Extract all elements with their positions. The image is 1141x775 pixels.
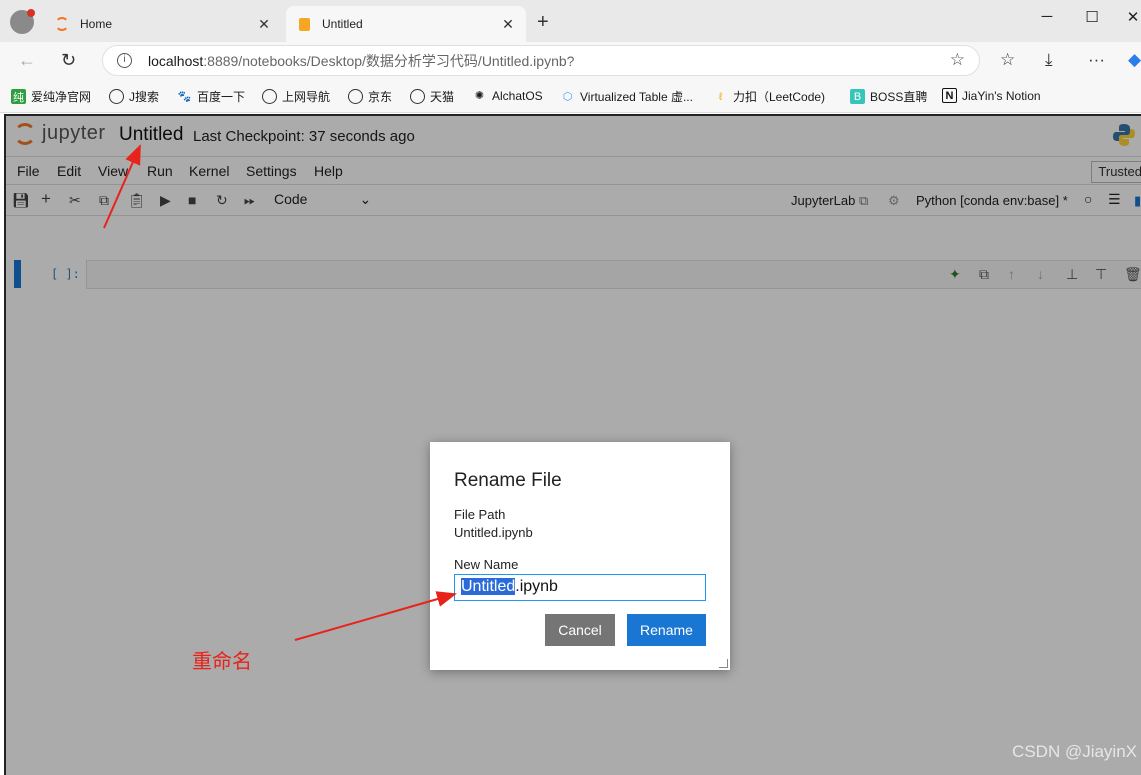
bookmark-label: 天猫 [430,90,455,104]
globe-icon [410,89,425,104]
bookmark-item[interactable]: B BOSS直聘 [850,88,927,105]
bookmark-label: 京东 [368,90,393,104]
more-icon[interactable]: ··· [1088,50,1105,70]
reload-icon[interactable]: ↻ [61,50,76,71]
new-name-input[interactable]: Untitled.ipynb [454,574,706,601]
info-icon[interactable]: i [117,53,132,68]
resize-grip-icon[interactable] [719,659,728,668]
dialog-title: Rename File [454,470,562,491]
openai-icon: ✺ [474,90,485,102]
bookmark-item[interactable]: J搜索 [109,88,159,105]
bookmark-label: Virtualized Table 虚... [580,90,693,104]
bookmark-label: JiaYin's Notion [962,88,1041,103]
bookmark-label: J搜索 [129,90,160,104]
back-icon[interactable]: ← [18,50,36,71]
favorites-icon[interactable]: ☆ [1000,50,1015,70]
bookmark-item[interactable]: ⬡ Virtualized Table 虚... [560,88,693,105]
tab-untitled[interactable]: Untitled ✕ [286,6,526,42]
selected-text: Untitled [461,578,516,595]
bookmark-item[interactable]: N JiaYin's Notion [942,88,1041,103]
rename-button[interactable]: Rename [627,614,706,646]
bookmark-label: BOSS直聘 [870,90,928,104]
url-field[interactable]: i localhost:8889/notebooks/Desktop/数据分析学… [102,45,980,76]
globe-icon [348,89,363,104]
bookmark-label: 上网导航 [282,90,331,104]
unselected-text: .ipynb [515,578,558,595]
globe-icon [262,89,277,104]
minimize-icon[interactable]: ─ [1032,8,1062,25]
bookmark-item[interactable]: ℓ 力扣（LeetCode) [713,88,825,105]
tab-label: Untitled [322,17,363,31]
rename-dialog: Rename File File Path Untitled.ipynb New… [430,442,730,670]
new-name-label: New Name [454,557,519,572]
profile-avatar[interactable] [10,9,35,34]
notion-icon: N [942,88,957,103]
copilot-icon[interactable]: ◆ [1128,50,1141,70]
bookmark-label: 力扣（LeetCode) [733,90,826,104]
close-icon[interactable]: ✕ [500,16,516,33]
bookmark-label: 爱纯净官网 [31,90,92,104]
cancel-button[interactable]: Cancel [545,614,615,646]
close-icon[interactable]: ✕ [256,16,272,33]
bookmark-item[interactable]: 🐾 百度一下 [177,88,245,105]
new-tab-icon[interactable]: + [537,11,549,34]
notebook-icon [296,16,312,32]
browser-tab-bar: Home ✕ Untitled ✕ + ─ ☐ ✕ [0,0,1141,42]
globe-icon [109,89,124,104]
boss-icon: B [850,89,865,104]
url-text: localhost:8889/notebooks/Desktop/数据分析学习代… [148,52,575,69]
annotation-label: 重命名 [192,651,252,673]
tab-home[interactable]: Home ✕ [44,6,282,42]
bookmark-item[interactable]: 京东 [348,88,392,105]
bookmark-item[interactable]: 纯 爱纯净官网 [11,88,91,105]
address-bar-row: ← ↻ i localhost:8889/notebooks/Desktop/数… [0,42,1141,80]
maximize-icon[interactable]: ☐ [1077,8,1107,26]
jupyter-icon [54,16,70,32]
file-path-value: Untitled.ipynb [454,525,533,540]
watermark: CSDN @JiayinX [1012,742,1137,761]
bookmark-item[interactable]: 上网导航 [262,88,330,105]
baidu-icon: 🐾 [177,91,192,103]
star-icon[interactable]: ☆ [950,50,965,70]
bookmark-label: AlchatOS [492,88,543,103]
download-icon[interactable]: ⤓ [1045,50,1053,70]
chun-icon: 纯 [11,89,26,104]
bookmark-item[interactable]: 天猫 [410,88,454,105]
bookmark-label: 百度一下 [197,90,246,104]
bookmark-item[interactable]: ✺ AlchatOS [472,88,543,103]
close-window-icon[interactable]: ✕ [1118,8,1141,26]
element-icon: ⬡ [562,91,573,103]
file-path-label: File Path [454,507,506,522]
leetcode-icon: ℓ [718,90,723,103]
bookmarks-bar: 纯 爱纯净官网 J搜索 🐾 百度一下 上网导航 京东 天猫 ✺ AlchatOS… [0,80,1141,113]
tab-label: Home [80,17,113,31]
